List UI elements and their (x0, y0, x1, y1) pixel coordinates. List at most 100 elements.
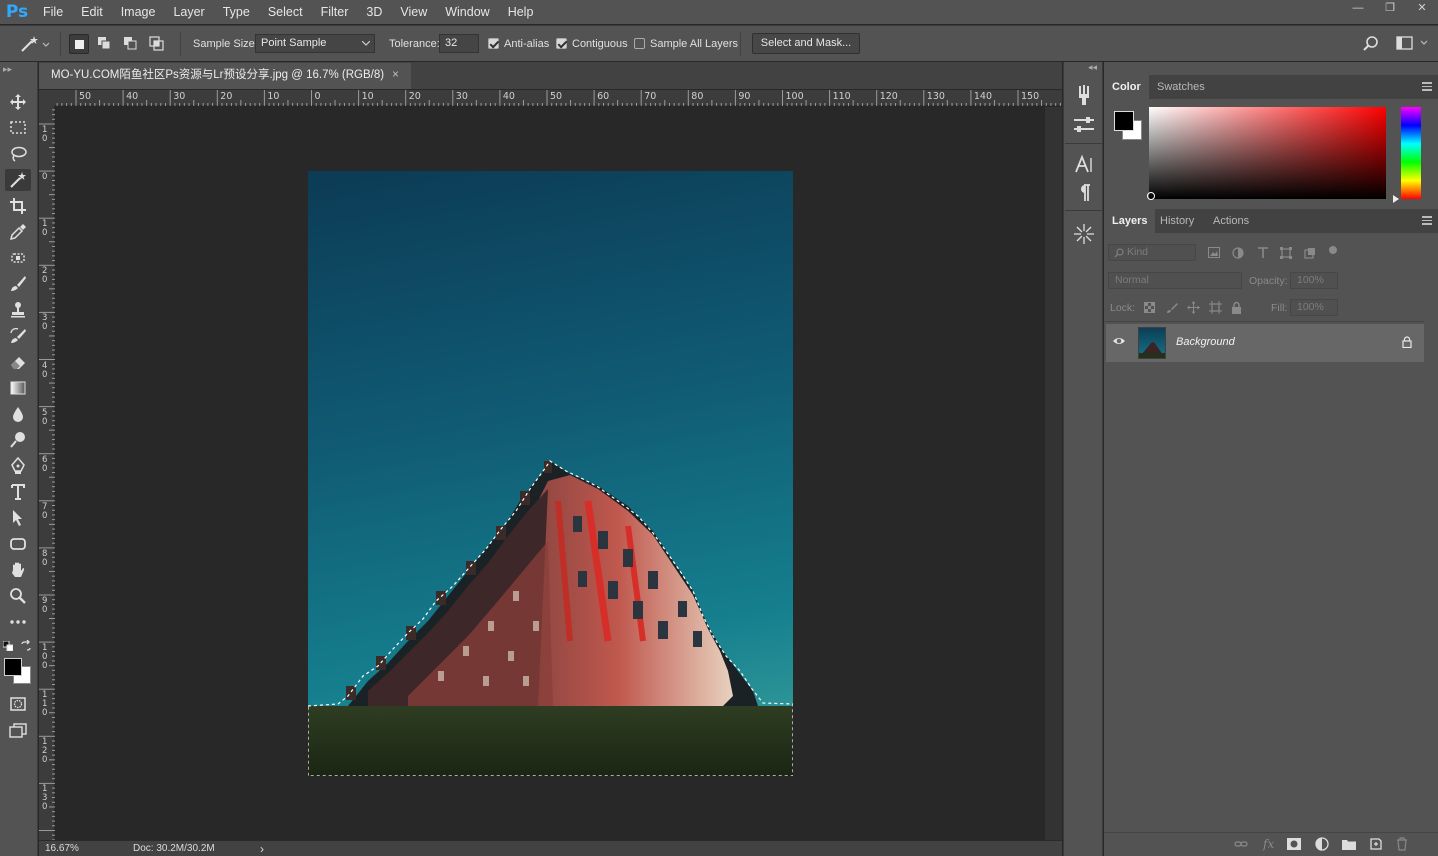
search-button[interactable] (1362, 35, 1380, 53)
filter-type-button[interactable] (1257, 247, 1269, 259)
blur-tool[interactable] (5, 403, 31, 425)
layer-row[interactable]: Background (1106, 324, 1424, 362)
hand-tool[interactable] (5, 559, 31, 581)
sample-size-select[interactable]: Point Sample (255, 34, 375, 53)
move-tool[interactable] (5, 91, 31, 113)
intersect-selection-button[interactable] (147, 34, 167, 54)
lock-position-button[interactable] (1187, 301, 1200, 314)
tolerance-input[interactable]: 32 (439, 34, 479, 53)
select-and-mask-button[interactable]: Select and Mask... (752, 33, 860, 54)
clone-stamp-tool[interactable] (5, 299, 31, 321)
tab-layers[interactable]: Layers (1104, 209, 1156, 233)
type-tool[interactable] (5, 481, 31, 503)
edit-toolbar-button[interactable] (5, 611, 31, 633)
tab-actions[interactable]: Actions (1205, 209, 1257, 233)
menu-layer[interactable]: Layer (164, 0, 213, 24)
delete-layer-button[interactable] (1396, 837, 1408, 851)
status-menu-arrow-icon[interactable]: › (260, 842, 264, 856)
shape-tool[interactable] (5, 533, 31, 555)
healing-brush-tool[interactable] (5, 247, 31, 269)
new-adjustment-layer-button[interactable] (1315, 837, 1329, 851)
tab-swatches[interactable]: Swatches (1149, 75, 1213, 99)
filter-pixel-button[interactable] (1208, 247, 1220, 258)
lock-pixels-button[interactable] (1166, 302, 1178, 314)
link-layers-button[interactable] (1234, 838, 1248, 850)
menu-type[interactable]: Type (214, 0, 259, 24)
swap-colors-button[interactable] (20, 640, 32, 652)
horizontal-ruler[interactable]: 50 40 30 20 10 0 10 20 30 40 50 60 70 80 90 100 110 120 13… (55, 90, 1062, 106)
layer-style-fx-icon[interactable]: fx (1263, 837, 1274, 851)
color-foreground-swatch[interactable] (1114, 111, 1134, 131)
layer-visibility-toggle[interactable] (1112, 334, 1126, 348)
sample-all-layers-checkbox[interactable] (634, 38, 645, 49)
opacity-input[interactable]: 100% (1290, 272, 1338, 289)
zoom-tool[interactable] (5, 585, 31, 607)
add-to-selection-button[interactable] (95, 34, 115, 54)
default-colors-button[interactable] (3, 641, 13, 651)
ruler-origin[interactable] (39, 90, 55, 106)
color-panel-menu-icon[interactable] (1422, 82, 1432, 93)
paragraph-panel-button[interactable] (1072, 182, 1096, 204)
tab-history[interactable]: History (1152, 209, 1202, 233)
menu-window[interactable]: Window (436, 0, 498, 24)
foreground-color-swatch[interactable] (4, 658, 22, 676)
pen-tool[interactable] (5, 455, 31, 477)
menu-3d[interactable]: 3D (357, 0, 391, 24)
new-layer-button[interactable] (1369, 837, 1383, 851)
menu-image[interactable]: Image (112, 0, 165, 24)
menu-select[interactable]: Select (259, 0, 312, 24)
menu-file[interactable]: File (34, 0, 72, 24)
minimize-button[interactable]: — (1342, 0, 1374, 18)
history-brush-tool[interactable] (5, 325, 31, 347)
add-mask-button[interactable] (1287, 838, 1301, 850)
filter-adjustment-button[interactable] (1232, 247, 1244, 259)
gradient-tool[interactable] (5, 377, 31, 399)
lock-all-button[interactable] (1231, 301, 1242, 314)
layers-panel-menu-icon[interactable] (1422, 216, 1432, 227)
brush-tool[interactable] (5, 273, 31, 295)
document-tab[interactable]: MO-YU.COM陌鱼社区Ps资源与Lr预设分享.jpg @ 16.7% (RG… (39, 63, 411, 89)
restore-button[interactable]: ❐ (1374, 0, 1406, 18)
layer-filter-select[interactable]: Kind (1108, 244, 1196, 261)
character-panel-button[interactable] (1072, 154, 1096, 176)
layer-name[interactable]: Background (1176, 336, 1235, 348)
quick-mask-button[interactable] (5, 693, 31, 715)
document-image[interactable] (308, 171, 793, 776)
vertical-scrollbar[interactable] (1045, 107, 1062, 840)
subtract-from-selection-button[interactable] (121, 34, 141, 54)
magic-wand-tool[interactable] (5, 169, 31, 191)
workspace-switcher[interactable] (1396, 36, 1430, 50)
canvas-pasteboard[interactable] (56, 107, 1045, 840)
eraser-tool[interactable] (5, 351, 31, 373)
fill-input[interactable]: 100% (1290, 299, 1338, 316)
brushes-panel-button[interactable] (1072, 84, 1096, 106)
contiguous-checkbox[interactable] (556, 38, 567, 49)
lasso-tool[interactable] (5, 143, 31, 165)
lock-transparent-button[interactable] (1144, 302, 1155, 313)
tool-preset-picker[interactable] (18, 33, 50, 55)
filter-smart-object-button[interactable] (1304, 247, 1316, 259)
crop-tool[interactable] (5, 195, 31, 217)
eyedropper-tool[interactable] (5, 221, 31, 243)
new-group-button[interactable] (1342, 838, 1356, 850)
marquee-tool[interactable] (5, 117, 31, 139)
lock-artboard-button[interactable] (1209, 301, 1222, 314)
menu-filter[interactable]: Filter (312, 0, 358, 24)
close-button[interactable]: ✕ (1406, 0, 1438, 18)
zoom-level[interactable]: 16.67% (45, 843, 79, 854)
tab-color[interactable]: Color (1104, 75, 1149, 99)
close-tab-icon[interactable]: × (392, 69, 399, 81)
menu-help[interactable]: Help (499, 0, 543, 24)
filter-shape-button[interactable] (1280, 247, 1292, 259)
color-picker-cursor[interactable] (1147, 192, 1155, 200)
menu-view[interactable]: View (391, 0, 436, 24)
menu-edit[interactable]: Edit (72, 0, 112, 24)
expand-panels-icon[interactable]: ◂◂ (1088, 62, 1097, 73)
screen-mode-button[interactable] (5, 719, 31, 741)
tool-presets-panel-button[interactable] (1072, 222, 1096, 246)
vertical-ruler[interactable]: 10 0 10 20 30 40 50 60 70 80 90 100 110 120 130 (39, 106, 55, 840)
dodge-tool[interactable] (5, 429, 31, 451)
new-selection-button[interactable] (69, 34, 89, 54)
color-picker-field[interactable] (1149, 107, 1386, 199)
hue-slider-handle[interactable] (1393, 195, 1399, 203)
